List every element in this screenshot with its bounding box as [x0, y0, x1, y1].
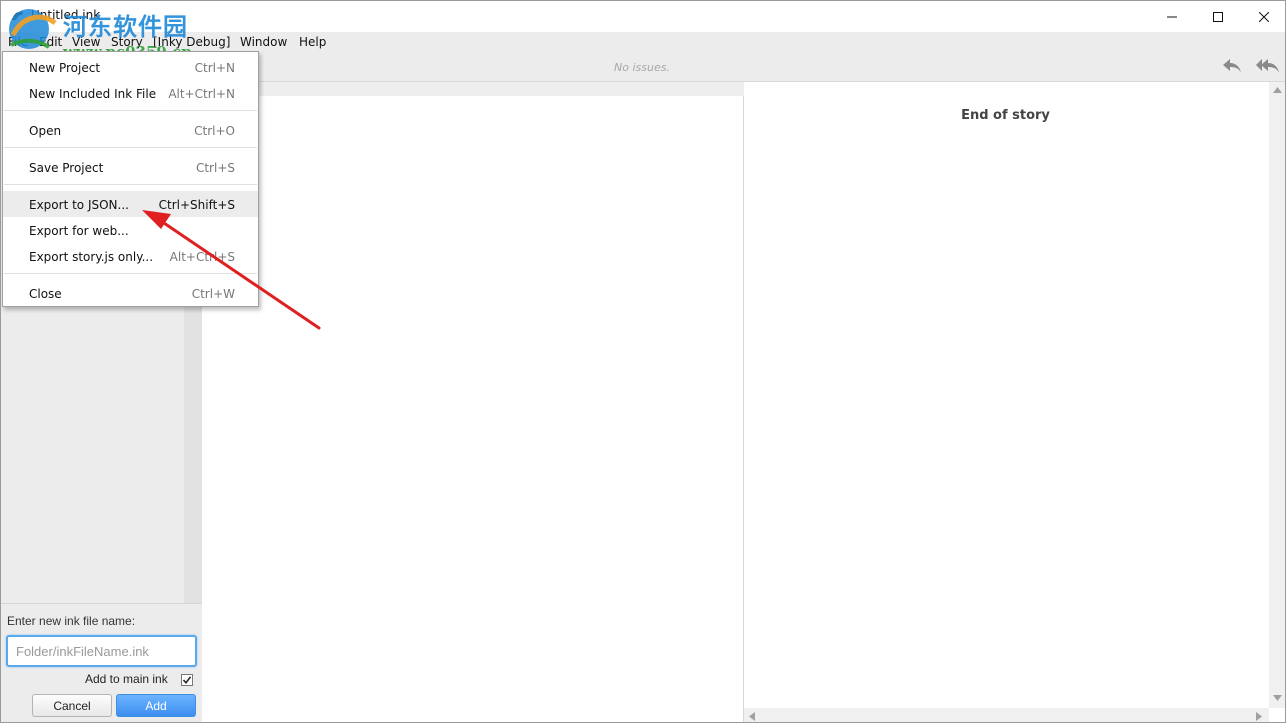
add-to-main-checkbox[interactable] — [181, 674, 193, 686]
add-to-main-label: Add to main ink — [85, 672, 168, 686]
new-file-name-input[interactable] — [6, 635, 197, 667]
player-vertical-scrollbar[interactable] — [1269, 82, 1285, 708]
story-player: End of story — [744, 82, 1285, 722]
minimize-button[interactable] — [1149, 1, 1195, 32]
scroll-right-icon[interactable] — [1256, 712, 1262, 721]
file-dropdown-menu: New Project Ctrl+N New Included Ink File… — [2, 51, 259, 307]
menu-separator — [4, 273, 257, 274]
maximize-icon — [1213, 11, 1223, 22]
menu-separator — [4, 110, 257, 111]
scroll-up-icon[interactable] — [1273, 87, 1282, 93]
rewind-all-icon[interactable] — [1255, 57, 1281, 75]
menu-item-close[interactable]: Close Ctrl+W — [3, 280, 258, 306]
menu-file[interactable]: File — [8, 35, 28, 49]
cancel-button[interactable]: Cancel — [32, 694, 112, 717]
menu-bar: File Edit View Story [Inky Debug] Window… — [1, 32, 1285, 52]
menu-separator — [4, 184, 257, 185]
end-of-story-text: End of story — [961, 108, 1050, 123]
minimize-icon — [1167, 16, 1177, 17]
ink-editor[interactable] — [202, 82, 744, 722]
menu-item-new-included-ink-file[interactable]: New Included Ink File Alt+Ctrl+N — [3, 80, 258, 106]
scroll-down-icon[interactable] — [1273, 695, 1282, 701]
new-file-label: Enter new ink file name: — [7, 614, 136, 628]
player-horizontal-scrollbar[interactable] — [744, 708, 1269, 722]
menu-edit[interactable]: Edit — [39, 35, 62, 49]
app-window: Untitled.ink File Edit View Story [Inky … — [0, 0, 1286, 723]
menu-item-export-web[interactable]: Export for web... — [3, 217, 258, 243]
menu-item-new-project[interactable]: New Project Ctrl+N — [3, 54, 258, 80]
ink-app-icon — [12, 11, 23, 20]
editor-header-strip — [202, 82, 744, 96]
menu-view[interactable]: View — [72, 35, 100, 49]
scroll-left-icon[interactable] — [749, 712, 755, 721]
close-button[interactable] — [1241, 1, 1285, 32]
menu-window[interactable]: Window — [240, 35, 287, 49]
menu-item-export-storyjs[interactable]: Export story.js only... Alt+Ctrl+S — [3, 243, 258, 269]
maximize-button[interactable] — [1195, 1, 1241, 32]
menu-item-save-project[interactable]: Save Project Ctrl+S — [3, 154, 258, 180]
new-file-panel: Enter new ink file name: Add to main ink… — [1, 603, 202, 722]
menu-item-export-json[interactable]: Export to JSON... Ctrl+Shift+S — [3, 191, 258, 217]
close-icon — [1259, 11, 1269, 22]
title-bar: Untitled.ink — [1, 1, 1285, 32]
checkmark-icon — [182, 676, 192, 685]
menu-inky-debug[interactable]: [Inky Debug] — [153, 35, 230, 49]
menu-item-open[interactable]: Open Ctrl+O — [3, 117, 258, 143]
menu-help[interactable]: Help — [299, 35, 326, 49]
menu-separator — [4, 147, 257, 148]
rewind-icon[interactable] — [1221, 57, 1243, 75]
window-title: Untitled.ink — [31, 8, 101, 22]
issues-status: No issues. — [614, 61, 670, 74]
add-button[interactable]: Add — [116, 694, 196, 717]
menu-story[interactable]: Story — [111, 35, 143, 49]
